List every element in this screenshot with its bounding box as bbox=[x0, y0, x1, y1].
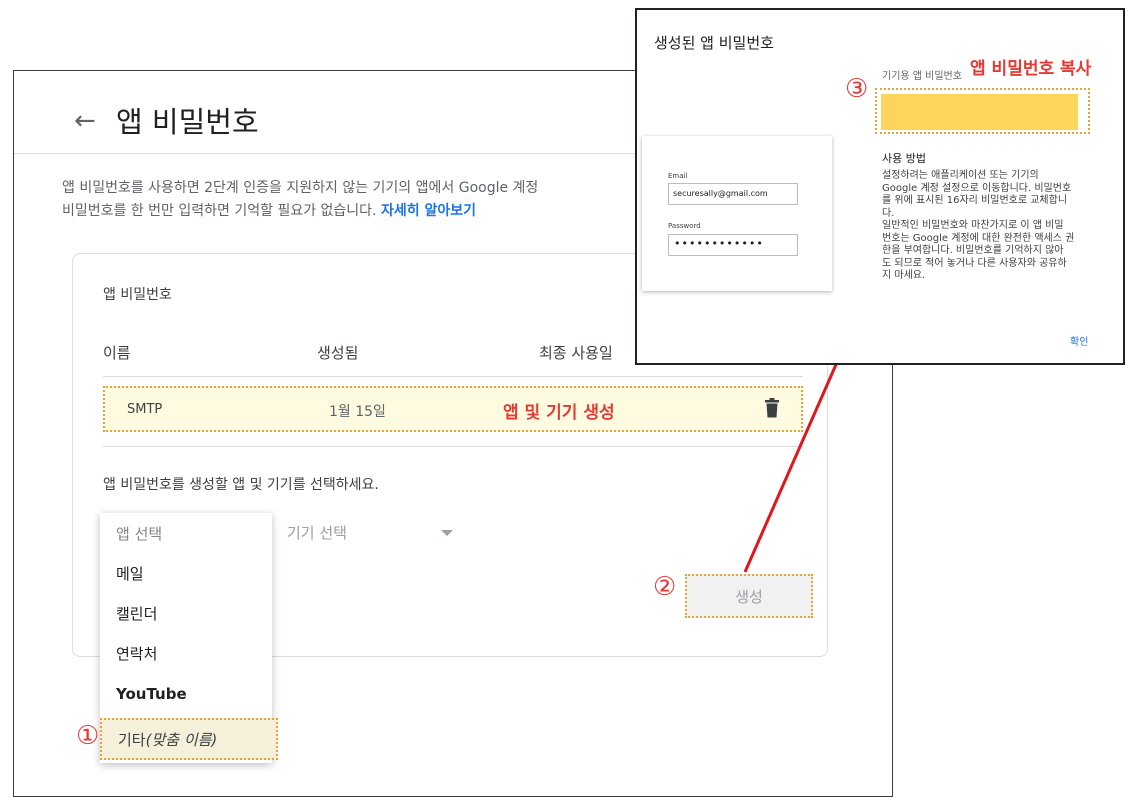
other-label: 기타(맞춤 이름) bbox=[118, 729, 217, 750]
row-divider bbox=[103, 376, 803, 377]
dialog-title: 생성된 앱 비밀번호 bbox=[654, 34, 774, 52]
card-title: 앱 비밀번호 bbox=[103, 287, 172, 303]
column-header-created: 생성됨 bbox=[317, 344, 359, 362]
generated-password-dialog: 생성된 앱 비밀번호 Email securesally@gmail.com P… bbox=[635, 8, 1125, 365]
row-annotation: 앱 및 기기 생성 bbox=[503, 403, 615, 423]
password-label: Password bbox=[668, 222, 701, 230]
learn-more-link[interactable]: 자세히 알아보기 bbox=[381, 203, 476, 219]
description-line2: 비밀번호를 한 번만 입력하면 기억할 필요가 없습니다. bbox=[62, 203, 377, 219]
dropdown-item-youtube[interactable]: YouTube bbox=[116, 685, 187, 703]
table-row: SMTP 1월 15일 앱 및 기기 생성 bbox=[103, 386, 803, 432]
password-field: •••••••••••• bbox=[668, 234, 798, 256]
row-divider bbox=[103, 446, 803, 447]
login-illustration: Email securesally@gmail.com Password •••… bbox=[642, 136, 832, 291]
dropdown-item-contacts[interactable]: 연락처 bbox=[116, 643, 157, 664]
description-line1: 앱 비밀번호를 사용하면 2단계 인증을 지원하지 않는 기기의 앱에서 Goo… bbox=[62, 180, 539, 196]
back-arrow-icon[interactable]: ← bbox=[74, 106, 96, 136]
dropdown-caret-icon[interactable] bbox=[441, 530, 453, 536]
copy-annotation: 앱 비밀번호 복사 bbox=[970, 59, 1092, 79]
usage-heading: 사용 방법 bbox=[882, 152, 926, 165]
usage-text: 설정하려는 애플리케이션 또는 기기의 Google 계정 설정으로 이동합니다… bbox=[882, 170, 1075, 281]
step-1-marker: ① bbox=[76, 721, 100, 751]
device-password-label: 기기용 앱 비밀번호 bbox=[882, 71, 962, 82]
column-header-name: 이름 bbox=[103, 344, 131, 362]
step-2-marker: ② bbox=[653, 572, 677, 602]
page-title: 앱 비밀번호 bbox=[116, 105, 259, 139]
row-created: 1월 15일 bbox=[329, 404, 386, 420]
generated-password-value[interactable] bbox=[881, 94, 1078, 130]
select-prompt: 앱 비밀번호를 생성할 앱 및 기기를 선택하세요. bbox=[103, 477, 379, 493]
ok-button[interactable]: 확인 bbox=[1070, 333, 1088, 348]
device-select[interactable]: 기기 선택 bbox=[287, 522, 347, 543]
dropdown-item-calendar[interactable]: 캘린더 bbox=[116, 603, 157, 624]
description: 앱 비밀번호를 사용하면 2단계 인증을 지원하지 않는 기기의 앱에서 Goo… bbox=[62, 177, 662, 223]
dropdown-item-other[interactable]: 기타(맞춤 이름) bbox=[100, 718, 278, 760]
step-3-marker: ③ bbox=[845, 74, 869, 104]
app-select-dropdown[interactable]: 앱 선택 메일 캘린더 연락처 YouTube 기타(맞춤 이름) bbox=[100, 513, 278, 763]
email-label: Email bbox=[668, 172, 688, 180]
row-name: SMTP bbox=[127, 402, 163, 417]
app-select-placeholder[interactable]: 앱 선택 bbox=[116, 523, 162, 544]
email-field: securesally@gmail.com bbox=[668, 183, 798, 205]
trash-icon[interactable] bbox=[765, 398, 779, 418]
other-prefix: 기타 bbox=[118, 731, 146, 749]
dropdown-item-mail[interactable]: 메일 bbox=[116, 563, 144, 584]
column-header-last-used: 최종 사용일 bbox=[539, 344, 613, 362]
generate-button[interactable]: 생성 bbox=[685, 574, 813, 618]
other-custom-name: (맞춤 이름) bbox=[145, 731, 218, 749]
